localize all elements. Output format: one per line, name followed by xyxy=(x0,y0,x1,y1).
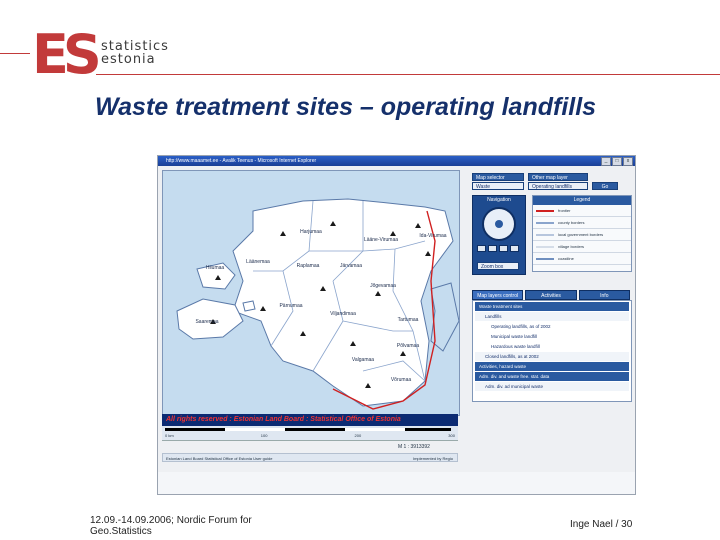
panel-tabs: Map layers control Activities Info xyxy=(472,290,630,300)
zoom-box-button[interactable]: Zoom box xyxy=(477,262,519,270)
scale-label: 200 xyxy=(354,433,362,438)
go-button[interactable]: Go xyxy=(592,182,618,190)
maximize-button[interactable]: □ xyxy=(612,157,622,166)
logo-mark: ES xyxy=(32,23,102,86)
county-label: Saaremaa xyxy=(195,319,218,325)
browser-window-screenshot: http://www.maaamet.ee - Avalik Teenus - … xyxy=(157,155,636,495)
tab-activities[interactable]: Activities xyxy=(525,290,577,300)
slide-title: Waste treatment sites – operating landfi… xyxy=(95,93,597,121)
layer-item[interactable]: Activities, hazard waste xyxy=(475,362,629,371)
estonia-map: Harjumaa Lääne-Virumaa Ida-Virumaa Lääne… xyxy=(176,198,459,410)
footer-links[interactable]: Estonian Land Board Statistical Office o… xyxy=(166,456,272,461)
county-label: Põlvamaa xyxy=(397,343,419,349)
zoom-out-icon[interactable] xyxy=(488,245,497,252)
map-scale-ratio: M 1 : 3913392 xyxy=(398,444,430,450)
map-scale-bar: 0 km 100 200 300 xyxy=(162,426,458,441)
footer-event-info: 12.09.-14.09.2006; Nordic Forum for Geo.… xyxy=(90,515,252,537)
layer-item[interactable]: Closed landfills, as at 2002 xyxy=(475,352,629,361)
county-label: Viljandimaa xyxy=(330,311,356,317)
info-icon[interactable] xyxy=(510,245,519,252)
map-legend: Legend frontier county borders local gov… xyxy=(532,195,632,272)
county-label: Raplamaa xyxy=(297,263,320,269)
county-label: Valgamaa xyxy=(352,357,374,363)
pan-compass-icon[interactable] xyxy=(482,207,516,241)
navigation-widget: Navigation Zoom box xyxy=(472,195,526,275)
map-canvas[interactable]: Harjumaa Lääne-Virumaa Ida-Virumaa Lääne… xyxy=(162,170,460,416)
legend-item: county borders xyxy=(533,217,631,229)
layer-item[interactable]: Adm. div. and waste free. stat. data xyxy=(475,372,629,381)
implemented-by[interactable]: Implemented by Regio xyxy=(413,454,453,463)
legend-title: Legend xyxy=(533,196,631,205)
county-label: Läänemaa xyxy=(246,259,270,265)
county-label: Tartumaa xyxy=(398,317,419,323)
scale-segment xyxy=(225,428,285,431)
county-label: Lääne-Virumaa xyxy=(364,237,398,243)
muhu-island xyxy=(242,300,256,312)
copyright-banner: All rights reserved : Estonian Land Boar… xyxy=(162,414,458,426)
layer-item[interactable]: Waste treatment sites xyxy=(475,302,629,311)
scale-label: 100 xyxy=(260,433,268,438)
county-label: Pärnumaa xyxy=(279,303,302,309)
layer-item[interactable]: Municipal waste landfill xyxy=(475,332,629,341)
window-controls: _ □ x xyxy=(601,157,633,166)
window-title: http://www.maaamet.ee - Avalik Teenus - … xyxy=(166,158,317,164)
county-label: Harjumaa xyxy=(300,229,322,235)
county-label: Jõgevamaa xyxy=(370,283,396,289)
county-label: Järvamaa xyxy=(340,263,362,269)
scale-track xyxy=(165,428,451,431)
minimize-button[interactable]: _ xyxy=(601,157,611,166)
scale-labels: 0 km 100 200 300 xyxy=(165,433,455,438)
map-layer-label: Other map layer xyxy=(528,173,588,181)
close-button[interactable]: x xyxy=(623,157,633,166)
legend-item: frontier xyxy=(533,205,631,217)
county-label: Ida-Virumaa xyxy=(419,233,446,239)
layer-item[interactable]: Landfills xyxy=(475,312,629,321)
layer-item[interactable]: Adm. div. ad municipal waste xyxy=(475,382,629,391)
legend-item: village borders xyxy=(533,241,631,253)
scale-label: 0 km xyxy=(165,433,174,438)
window-empty-area xyxy=(158,472,635,494)
legend-item: coastline xyxy=(533,253,631,265)
footer-page-info: Inge Nael / 30 xyxy=(570,519,633,530)
navigation-tools xyxy=(477,245,521,252)
legend-item: local government borders xyxy=(533,229,631,241)
layer-item[interactable]: Operating landfills, as of 2002 xyxy=(475,322,629,331)
pan-icon[interactable] xyxy=(499,245,508,252)
layer-item[interactable]: Hazardous waste landfill xyxy=(475,342,629,351)
logo-rule-left xyxy=(0,53,30,54)
mainland-shape xyxy=(232,198,454,407)
map-selector-label: Map selector xyxy=(472,173,524,181)
layer-tree: Waste treatment sites Landfills Operatin… xyxy=(472,300,632,402)
logo-text-line2: estonia xyxy=(101,52,156,67)
scale-segment xyxy=(345,428,405,431)
scale-label: 300 xyxy=(448,433,455,438)
tab-map-layers-control[interactable]: Map layers control xyxy=(472,290,524,300)
logo-wordmark: statistics estonia xyxy=(101,40,169,66)
navigation-title: Navigation xyxy=(487,197,511,203)
map-control-panel: Map selector Waste Other map layer Opera… xyxy=(472,173,632,463)
tab-info[interactable]: Info xyxy=(578,290,630,300)
map-layer-dropdown[interactable]: Operating landfills xyxy=(528,182,588,190)
map-selector-dropdown[interactable]: Waste xyxy=(472,182,524,190)
zoom-in-icon[interactable] xyxy=(477,245,486,252)
map-footer-links: Estonian Land Board Statistical Office o… xyxy=(162,453,458,462)
county-label: Võrumaa xyxy=(391,377,412,383)
county-label: Hiiumaa xyxy=(206,265,225,271)
logo-rule-right xyxy=(96,74,720,75)
window-titlebar: http://www.maaamet.ee - Avalik Teenus - … xyxy=(158,156,635,166)
